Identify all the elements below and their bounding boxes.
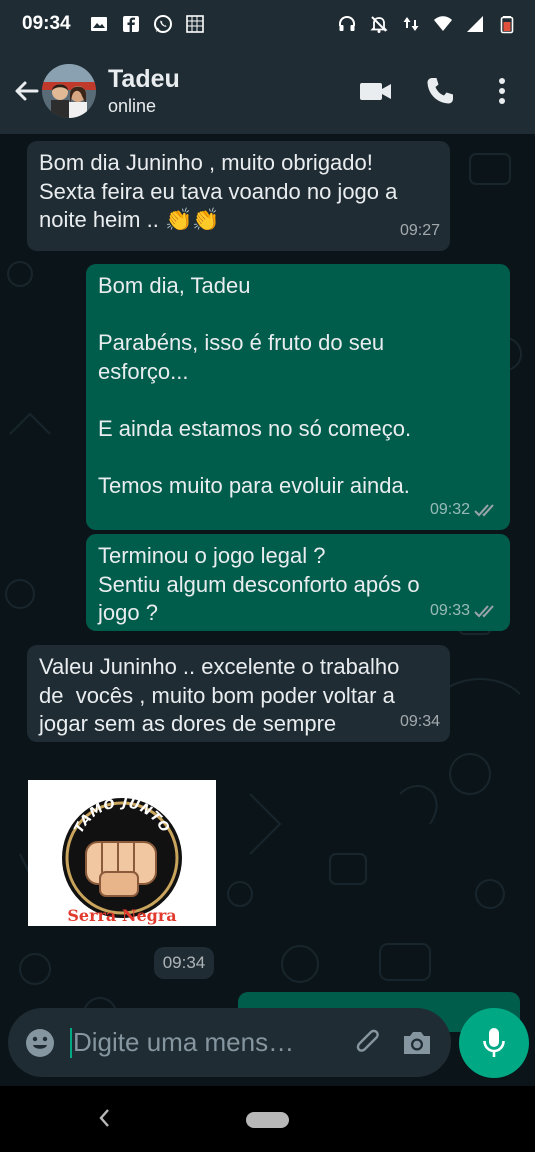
facebook-icon [122,16,139,32]
image-icon [90,17,107,31]
phone-icon [427,78,453,104]
chat-header: Tadeu online [0,48,535,134]
message-input[interactable] [73,1027,303,1058]
attach-button[interactable] [345,1019,393,1067]
video-call-icon [360,83,391,100]
contact-status: online [108,96,157,116]
message-incoming[interactable]: Bom dia Juninho , muito obrigado! Sexta … [27,141,450,251]
whatsapp-icon [153,15,172,33]
message-text: Valeu Juninho .. excelente o trabalho de… [39,654,400,736]
system-back-button[interactable] [92,1104,116,1132]
voice-record-button[interactable] [459,1008,529,1078]
grid-icon [185,15,204,33]
chat-area[interactable]: Bom dia Juninho , muito obrigado! Sexta … [0,134,535,1086]
message-text: Bom dia, Tadeu Parabéns, isso é fruto do… [98,273,412,498]
data-arrows-icon [403,17,419,31]
headset-icon [339,15,355,31]
status-bar: 09:34 [0,0,535,48]
message-time: 09:32 [429,500,470,518]
double-check-icon [474,504,494,517]
bell-off-icon [370,16,388,33]
back-button[interactable] [6,71,46,111]
message-time: 09:33 [429,601,470,619]
contact-name: Tadeu [108,65,180,93]
battery-icon [500,16,514,34]
camera-button[interactable] [393,1019,441,1067]
emoji-icon [26,1028,54,1057]
message-outgoing[interactable]: Terminou o jogo legal ? Sentiu algum des… [86,534,510,631]
contact-info[interactable]: Tadeu online [108,64,180,118]
image-message[interactable]: TAMO JUNTO Serra Negra [28,780,216,926]
wifi-icon [434,16,452,31]
home-pill[interactable] [246,1112,289,1128]
chevron-left-icon [99,1109,109,1127]
video-call-button[interactable] [351,66,401,116]
avatar[interactable] [42,64,96,118]
more-options-button[interactable] [477,66,527,116]
composer [8,1008,451,1077]
signal-icon [467,16,483,32]
status-time: 09:34 [22,13,71,34]
more-vert-icon [499,78,505,104]
message-incoming[interactable]: Valeu Juninho .. excelente o trabalho de… [27,645,450,742]
camera-icon [404,1031,430,1054]
tamo-junto-logo: TAMO JUNTO Serra Negra [62,796,182,925]
mic-icon [483,1028,505,1057]
message-time: 09:27 [399,221,440,239]
attach-icon [356,1029,379,1052]
double-check-icon [474,605,494,618]
message-outgoing[interactable]: Bom dia, Tadeu Parabéns, isso é fruto do… [86,264,510,530]
image-time: 09:34 [154,947,214,979]
system-nav-bar [0,1086,535,1152]
text-caret [70,1027,72,1058]
emoji-button[interactable] [10,1013,70,1073]
voice-call-button[interactable] [415,66,465,116]
arrow-back-icon [15,81,39,101]
logo-bottom-text: Serra Negra [67,906,176,925]
message-time: 09:34 [399,712,440,730]
message-text: Bom dia Juninho , muito obrigado! Sexta … [39,150,398,232]
